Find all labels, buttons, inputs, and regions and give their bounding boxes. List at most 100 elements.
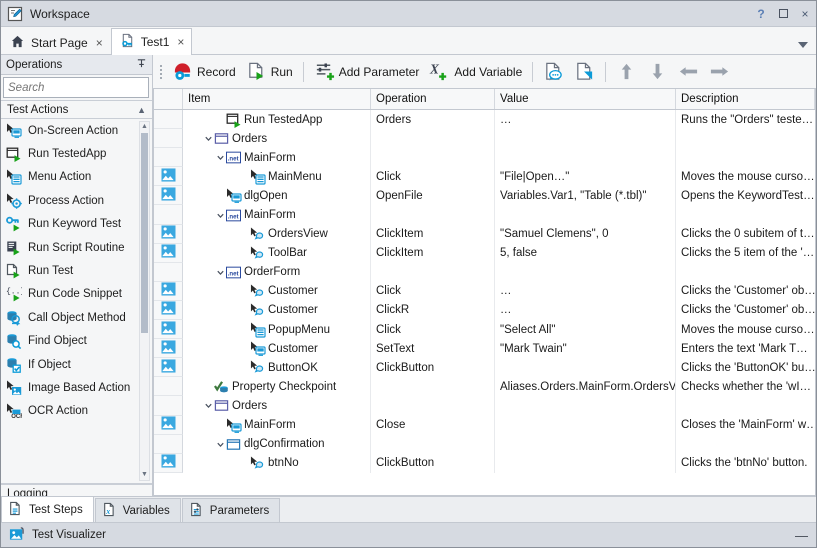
chevron-down-icon[interactable] bbox=[215, 439, 226, 450]
row-operation-cell[interactable] bbox=[371, 263, 495, 282]
chevron-up-icon[interactable]: ▲ bbox=[137, 105, 146, 115]
row-thumbnail-cell[interactable] bbox=[154, 377, 183, 396]
row-description-cell[interactable] bbox=[676, 263, 815, 282]
table-row[interactable]: CustomerSetText"Mark Twain"Enters the te… bbox=[154, 339, 815, 358]
sidebar-item-if-object[interactable]: If Object bbox=[1, 353, 152, 376]
row-operation-cell[interactable]: Orders bbox=[371, 110, 495, 129]
row-thumbnail-cell[interactable] bbox=[154, 301, 183, 320]
table-row[interactable]: .netMainForm bbox=[154, 205, 815, 224]
chevron-down-icon[interactable] bbox=[215, 152, 226, 163]
sidebar-item-ocr-action[interactable]: OCROCR Action bbox=[1, 400, 152, 423]
row-thumbnail-cell[interactable] bbox=[154, 167, 183, 186]
maximize-button[interactable] bbox=[772, 1, 794, 27]
row-value-cell[interactable]: "File|Open…" bbox=[495, 167, 676, 186]
table-row[interactable]: .netOrderForm bbox=[154, 263, 815, 282]
sidebar-item-run-keyword-test[interactable]: Run Keyword Test bbox=[1, 213, 152, 236]
row-description-cell[interactable]: Checks whether the 'wI… bbox=[676, 377, 815, 396]
grid-column-header-description[interactable]: Description bbox=[676, 89, 815, 109]
pin-icon[interactable] bbox=[136, 58, 147, 72]
row-description-cell[interactable] bbox=[676, 435, 815, 454]
table-row[interactable]: Property CheckpointAliases.Orders.MainFo… bbox=[154, 377, 815, 396]
table-row[interactable]: btnNoClickButtonClicks the 'btnNo' butto… bbox=[154, 454, 815, 473]
thumbnail-icon[interactable] bbox=[161, 359, 176, 376]
row-value-cell[interactable]: … bbox=[495, 301, 676, 320]
thumbnail-icon[interactable] bbox=[161, 321, 176, 338]
row-thumbnail-cell[interactable] bbox=[154, 186, 183, 205]
grid-column-header-item[interactable]: Item bbox=[183, 89, 371, 109]
move-down-button[interactable] bbox=[642, 58, 673, 85]
row-thumbnail-cell[interactable] bbox=[154, 339, 183, 358]
row-value-cell[interactable] bbox=[495, 416, 676, 435]
add-tag-button[interactable] bbox=[569, 58, 600, 85]
scroll-up-icon[interactable]: ▲ bbox=[141, 122, 148, 131]
scrollbar-thumb[interactable] bbox=[141, 133, 148, 333]
status-label[interactable]: Test Visualizer bbox=[32, 529, 106, 541]
table-row[interactable]: dlgConfirmation bbox=[154, 435, 815, 454]
row-thumbnail-cell[interactable] bbox=[154, 320, 183, 339]
row-operation-cell[interactable] bbox=[371, 435, 495, 454]
table-row[interactable]: CustomerClick…Clicks the 'Customer' ob… bbox=[154, 282, 815, 301]
table-row[interactable]: Orders bbox=[154, 129, 815, 148]
row-description-cell[interactable]: Moves the mouse curso… bbox=[676, 167, 815, 186]
minimize-panel-button[interactable]: — bbox=[795, 528, 808, 543]
sidebar-item-menu-action[interactable]: Menu Action bbox=[1, 166, 152, 189]
row-description-cell[interactable]: Clicks the 'Customer' ob… bbox=[676, 282, 815, 301]
grid-column-header-value[interactable]: Value bbox=[495, 89, 676, 109]
chevron-down-icon[interactable] bbox=[798, 42, 808, 48]
table-row[interactable]: MainFormCloseCloses the 'MainForm' w… bbox=[154, 416, 815, 435]
operations-scrollbar[interactable]: ▲ ▼ bbox=[139, 121, 150, 481]
row-value-cell[interactable] bbox=[495, 435, 676, 454]
grid-column-header-operation[interactable]: Operation bbox=[371, 89, 495, 109]
row-operation-cell[interactable]: Click bbox=[371, 167, 495, 186]
chevron-down-icon[interactable] bbox=[203, 133, 214, 144]
table-row[interactable]: .netMainForm bbox=[154, 148, 815, 167]
row-description-cell[interactable]: Runs the "Orders" teste… bbox=[676, 110, 815, 129]
search-box[interactable] bbox=[3, 77, 149, 98]
move-right-button[interactable] bbox=[704, 58, 735, 85]
move-up-button[interactable] bbox=[611, 58, 642, 85]
row-operation-cell[interactable] bbox=[371, 396, 495, 415]
row-description-cell[interactable]: Clicks the 'ButtonOK' bu… bbox=[676, 358, 815, 377]
help-button[interactable]: ? bbox=[750, 1, 772, 27]
row-value-cell[interactable]: "Samuel Clemens", 0 bbox=[495, 225, 676, 244]
row-thumbnail-cell[interactable] bbox=[154, 205, 183, 224]
sidebar-item-run-testedapp[interactable]: Run TestedApp bbox=[1, 142, 152, 165]
thumbnail-icon[interactable] bbox=[161, 416, 176, 433]
row-thumbnail-cell[interactable] bbox=[154, 358, 183, 377]
row-thumbnail-cell[interactable] bbox=[154, 263, 183, 282]
row-value-cell[interactable]: … bbox=[495, 282, 676, 301]
sidebar-item-on-screen-action[interactable]: On-Screen Action bbox=[1, 119, 152, 142]
row-thumbnail-cell[interactable] bbox=[154, 416, 183, 435]
move-left-button[interactable] bbox=[673, 58, 704, 85]
row-description-cell[interactable] bbox=[676, 396, 815, 415]
chevron-down-icon[interactable] bbox=[203, 400, 214, 411]
sidebar-item-run-script-routine[interactable]: Run Script Routine bbox=[1, 236, 152, 259]
row-description-cell[interactable]: Opens the KeywordTest… bbox=[676, 186, 815, 205]
table-row[interactable]: CustomerClickR…Clicks the 'Customer' ob… bbox=[154, 301, 815, 320]
row-value-cell[interactable] bbox=[495, 129, 676, 148]
row-operation-cell[interactable] bbox=[371, 377, 495, 396]
row-value-cell[interactable] bbox=[495, 205, 676, 224]
row-description-cell[interactable]: Closes the 'MainForm' w… bbox=[676, 416, 815, 435]
sidebar-item-run-code-snippet[interactable]: {..}Run Code Snippet bbox=[1, 283, 152, 306]
sidebar-item-image-based-action[interactable]: Image Based Action bbox=[1, 376, 152, 399]
row-operation-cell[interactable]: OpenFile bbox=[371, 186, 495, 205]
add-parameter-button[interactable]: Add Parameter bbox=[309, 58, 425, 85]
row-operation-cell[interactable]: ClickR bbox=[371, 301, 495, 320]
row-description-cell[interactable]: Clicks the 'Customer' ob… bbox=[676, 301, 815, 320]
sidebar-item-call-object-method[interactable]: Call Object Method bbox=[1, 306, 152, 329]
thumbnail-icon[interactable] bbox=[161, 168, 176, 185]
row-operation-cell[interactable] bbox=[371, 148, 495, 167]
row-operation-cell[interactable]: Click bbox=[371, 282, 495, 301]
row-operation-cell[interactable]: ClickItem bbox=[371, 244, 495, 263]
thumbnail-icon[interactable] bbox=[161, 244, 176, 261]
toolbar-grip[interactable] bbox=[156, 62, 165, 82]
row-operation-cell[interactable] bbox=[371, 205, 495, 224]
row-thumbnail-cell[interactable] bbox=[154, 148, 183, 167]
row-value-cell[interactable] bbox=[495, 148, 676, 167]
row-thumbnail-cell[interactable] bbox=[154, 225, 183, 244]
row-operation-cell[interactable]: ClickButton bbox=[371, 358, 495, 377]
row-thumbnail-cell[interactable] bbox=[154, 244, 183, 263]
row-description-cell[interactable]: Clicks the 5 item of the '… bbox=[676, 244, 815, 263]
table-row[interactable]: ToolBarClickItem5, falseClicks the 5 ite… bbox=[154, 244, 815, 263]
